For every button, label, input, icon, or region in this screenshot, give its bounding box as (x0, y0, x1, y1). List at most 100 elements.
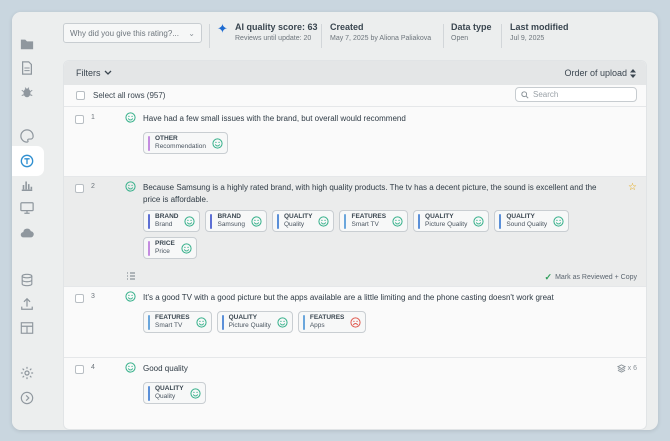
table-row[interactable]: 1 Have had a few small issues with the b… (64, 108, 646, 177)
sort-icon (630, 68, 636, 78)
table-row[interactable]: 3 It's a good TV with a good picture but… (64, 287, 646, 358)
tag-chip[interactable]: QUALITY Picture Quality (216, 311, 293, 333)
positive-sentiment-icon[interactable] (184, 215, 196, 227)
row-number: 1 (91, 114, 95, 121)
row-checkbox[interactable] (75, 365, 84, 374)
tag-chip[interactable]: QUALITY Quality (143, 382, 206, 404)
table-icon[interactable] (18, 319, 36, 337)
positive-sentiment-icon[interactable] (553, 215, 564, 227)
settings-icon[interactable] (18, 364, 36, 382)
sparkle-icon: ✦ (217, 21, 228, 36)
tag-chip[interactable]: BRAND Brand (143, 210, 201, 232)
tag-chip[interactable]: PRICE Price (143, 237, 197, 259)
upload-icon[interactable] (18, 295, 36, 313)
tag-category: BRAND (155, 213, 179, 220)
bug-icon[interactable] (18, 83, 36, 101)
positive-sentiment-icon[interactable] (318, 215, 330, 227)
tag-color-bar (418, 213, 421, 229)
positive-sentiment-icon[interactable] (181, 242, 192, 254)
tag-chip[interactable]: FEATURES Smart TV (143, 311, 212, 333)
tag-label: Sound Quality (506, 221, 548, 228)
divider (443, 24, 444, 48)
tag-color-bar (148, 213, 150, 229)
divider (501, 24, 502, 48)
tag-label: Smart TV (351, 221, 379, 228)
positive-sentiment-icon (125, 112, 136, 123)
tag-color-bar (221, 314, 224, 330)
tag-category: QUALITY (155, 385, 184, 392)
rating-reason-placeholder: Why did you give this rating?... (70, 28, 179, 38)
tag-category: QUALITY (283, 213, 313, 220)
select-all-row: Select all rows (957) Search (64, 85, 646, 107)
folder-icon[interactable] (18, 35, 36, 53)
tag-chip[interactable]: QUALITY Picture Quality (413, 210, 490, 232)
response-text: It's a good TV with a good picture but t… (143, 293, 554, 302)
table-row[interactable]: 2 Because Samsung is a highly rated bran… (64, 177, 646, 287)
created-info: Created May 7, 2025 by Aliona Paliakova (330, 22, 431, 42)
header-bar: Why did you give this rating?... ⌄ ✦ AI … (63, 21, 646, 54)
text-analysis-icon[interactable] (18, 152, 36, 170)
layers-icon (616, 364, 626, 373)
created-label: Created (330, 22, 364, 32)
tag-chip[interactable]: BRAND Samsung (205, 210, 267, 232)
rating-reason-select[interactable]: Why did you give this rating?... ⌄ (63, 23, 202, 43)
last-modified-info: Last modified Jul 9, 2025 (510, 22, 569, 42)
ai-quality-score: ✦ AI quality score: 63 Reviews until upd… (217, 21, 318, 42)
filters-button[interactable]: Filters (76, 68, 112, 78)
search-input[interactable]: Search (515, 87, 637, 102)
positive-sentiment-icon[interactable] (392, 215, 403, 227)
mark-reviewed-button[interactable]: ✓ Mark as Reviewed + Copy (545, 272, 637, 283)
list-view-icon[interactable] (126, 271, 136, 281)
positive-sentiment-icon[interactable] (473, 215, 484, 227)
tag-chip[interactable]: OTHER Recommendation (143, 132, 228, 154)
order-label: Order of upload (564, 68, 627, 78)
tag-chip[interactable]: QUALITY Sound Quality (494, 210, 570, 232)
document-icon[interactable] (18, 59, 36, 77)
row-checkbox[interactable] (75, 115, 84, 124)
tag-chip[interactable]: FEATURES Apps (297, 311, 367, 333)
positive-sentiment-icon[interactable] (195, 316, 207, 328)
created-value: May 7, 2025 by Aliona Paliakova (330, 35, 432, 42)
tag-chip[interactable]: FEATURES Smart TV (339, 210, 409, 232)
data-type-value: Open (451, 35, 469, 42)
row-checkbox[interactable] (75, 294, 84, 303)
positive-sentiment-icon[interactable] (212, 137, 223, 149)
row-checkbox[interactable] (75, 184, 84, 193)
positive-sentiment-icon[interactable] (277, 316, 288, 328)
tag-color-bar (344, 213, 347, 229)
row-number: 4 (91, 364, 95, 371)
tag-category: BRAND (217, 213, 241, 220)
star-icon[interactable]: ☆ (628, 182, 637, 193)
tag-label: Quality (155, 393, 176, 400)
monitor-icon[interactable] (18, 199, 36, 217)
order-select[interactable]: Order of upload (564, 68, 636, 78)
expand-icon[interactable] (18, 389, 36, 407)
positive-sentiment-icon[interactable] (251, 215, 262, 227)
select-all-checkbox[interactable] (76, 91, 85, 100)
tag-category: QUALITY (425, 213, 454, 220)
duplicates-badge[interactable]: x 6 (616, 364, 637, 373)
select-all-label: Select all rows (957) (93, 91, 166, 100)
data-type-info: Data type Open (451, 22, 492, 42)
palette-icon[interactable] (18, 127, 36, 145)
negative-sentiment-icon[interactable] (350, 316, 361, 328)
tag-label: Picture Quality (425, 221, 468, 228)
tag-color-bar (499, 213, 502, 229)
tag-color-bar (302, 314, 305, 330)
database-icon[interactable] (18, 271, 36, 289)
tag-category: QUALITY (506, 213, 535, 220)
row-number: 3 (91, 293, 95, 300)
tag-category: QUALITY (228, 314, 258, 321)
search-placeholder: Search (533, 90, 559, 99)
table-row[interactable]: 4 Good quality x 6 QUALITY Quality (64, 358, 646, 429)
search-icon (521, 90, 529, 99)
filter-bar: Filters Order of upload (64, 61, 646, 85)
bar-chart-icon[interactable] (18, 176, 36, 194)
mark-reviewed-label: Mark as Reviewed + Copy (555, 274, 637, 281)
tag-chip[interactable]: QUALITY Quality (271, 210, 335, 232)
tag-color-bar (210, 213, 213, 229)
cloud-icon[interactable] (18, 224, 36, 242)
positive-sentiment-icon[interactable] (189, 387, 201, 399)
tag-category: FEATURES (309, 314, 345, 321)
tag-color-bar (148, 240, 150, 256)
